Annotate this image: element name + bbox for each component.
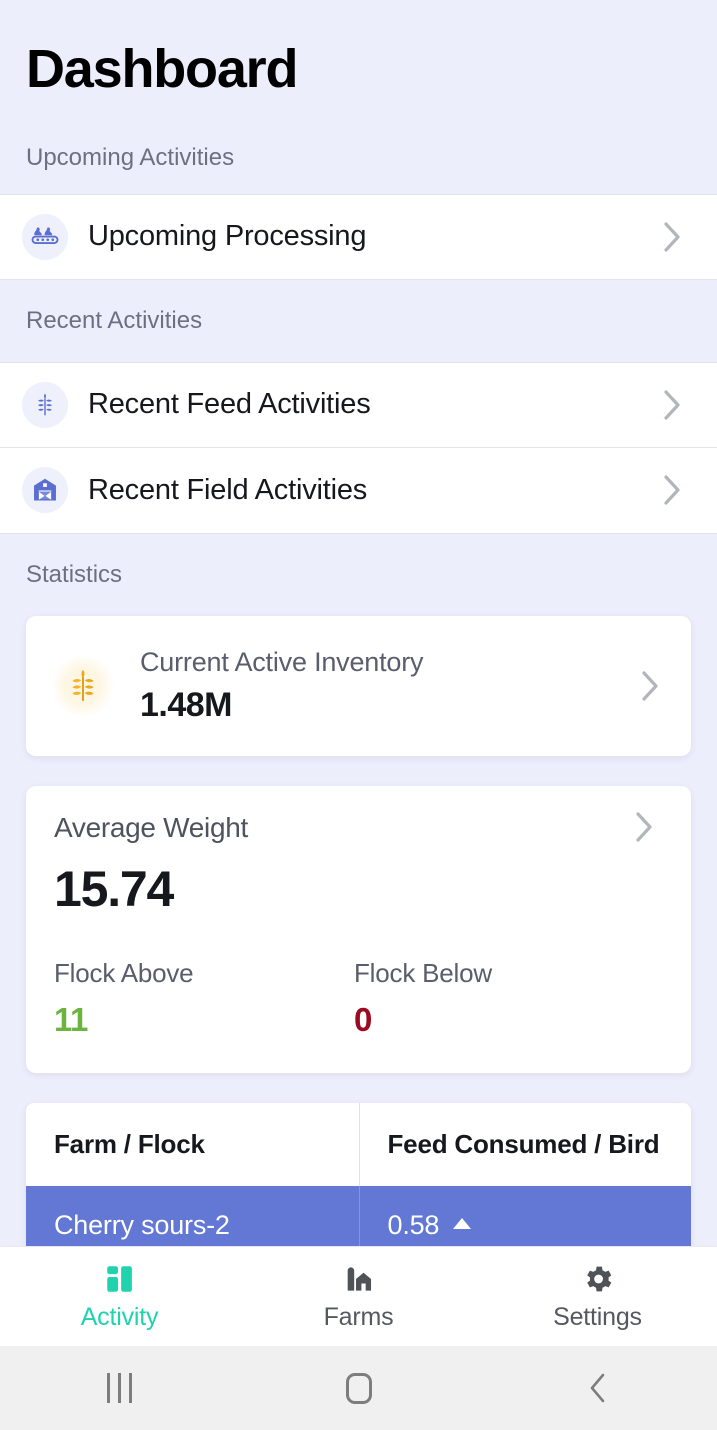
feed-consumption-table: Farm / Flock Feed Consumed / Bird Cherry… [26, 1102, 692, 1246]
list-item-label: Upcoming Processing [88, 220, 367, 252]
wheat-icon [22, 381, 68, 428]
list-item-recent-feed-activities[interactable]: Recent Feed Activities [0, 361, 717, 448]
wheat-gold-icon [52, 654, 114, 717]
flock-below-label: Flock Below [354, 957, 492, 988]
inventory-label: Current Active Inventory [140, 647, 424, 678]
tab-label: Farms [323, 1303, 394, 1331]
tab-label: Activity [80, 1303, 159, 1331]
dashboard-grid-icon [103, 1261, 137, 1297]
recents-icon [107, 1373, 132, 1403]
feed-consumed-value: 0.58 [387, 1209, 440, 1240]
card-average-weight[interactable]: Average Weight 15.74 Flock Above 11 Floc… [26, 785, 691, 1073]
home-icon [345, 1372, 372, 1404]
home-button[interactable] [239, 1372, 478, 1404]
tab-label: Settings [553, 1303, 642, 1331]
trend-up-icon [453, 1218, 472, 1229]
table-header-row: Farm / Flock Feed Consumed / Bird [26, 1102, 692, 1186]
upcoming-activities-list: Upcoming Processing [0, 193, 717, 280]
recents-button[interactable] [0, 1373, 239, 1403]
back-chevron-icon [586, 1370, 610, 1406]
bottom-tab-bar: Activity Farms Settings [0, 1246, 717, 1346]
tab-activity[interactable]: Activity [0, 1261, 239, 1332]
average-weight-value: 15.74 [54, 860, 174, 917]
flock-above-label: Flock Above [54, 957, 194, 988]
average-weight-label: Average Weight [54, 811, 249, 843]
table-cell-feed-consumed: 0.58 [358, 1185, 692, 1246]
flock-above-block: Flock Above 11 [54, 958, 354, 1039]
back-button[interactable] [478, 1370, 717, 1406]
chevron-right-icon[interactable] [635, 670, 665, 701]
statistics-area: Current Active Inventory 1.48M Average W… [0, 615, 717, 1246]
inventory-texts: Current Active Inventory 1.48M [140, 646, 635, 725]
list-item-label: Recent Feed Activities [88, 388, 371, 420]
android-system-nav [0, 1346, 717, 1430]
flock-below-value: 0 [354, 1000, 372, 1038]
list-item-recent-field-activities[interactable]: Recent Field Activities [0, 447, 717, 534]
table-row[interactable]: Cherry sours-2 0.58 [26, 1185, 692, 1246]
average-weight-header: Average Weight [54, 812, 667, 844]
chevron-right-icon[interactable] [657, 221, 687, 252]
tab-farms[interactable]: Farms [239, 1261, 478, 1332]
table-header-farm-flock: Farm / Flock [54, 1128, 205, 1159]
recent-activities-list: Recent Feed Activities Recent Field Acti… [0, 361, 717, 534]
app-root: Dashboard Upcoming Activities Upcoming P… [0, 0, 717, 1430]
list-item-upcoming-processing[interactable]: Upcoming Processing [0, 193, 717, 280]
table-cell-farm-flock: Cherry sours-2 [54, 1209, 230, 1240]
section-header-statistics: Statistics [0, 533, 717, 616]
card-current-active-inventory[interactable]: Current Active Inventory 1.48M [26, 615, 691, 756]
section-header-recent-activities: Recent Activities [0, 279, 717, 362]
flock-above-value: 11 [54, 1000, 88, 1038]
flock-below-block: Flock Below 0 [354, 958, 654, 1039]
chevron-right-icon[interactable] [657, 475, 687, 505]
inventory-value: 1.48M [140, 685, 233, 724]
chevron-right-icon[interactable] [657, 389, 687, 420]
chevron-right-icon[interactable] [629, 811, 659, 842]
section-header-upcoming-activities: Upcoming Activities [0, 103, 717, 194]
gear-icon [581, 1261, 615, 1297]
scroll-content[interactable]: Dashboard Upcoming Activities Upcoming P… [0, 0, 717, 1246]
silo-barn-icon [342, 1261, 376, 1297]
conveyor-birds-icon [22, 213, 68, 260]
list-item-label: Recent Field Activities [88, 473, 368, 506]
tab-settings[interactable]: Settings [478, 1261, 717, 1332]
page-title: Dashboard [26, 39, 298, 99]
flock-summary: Flock Above 11 Flock Below 0 [54, 958, 667, 1039]
table-header-feed-consumed: Feed Consumed / Bird [358, 1102, 692, 1186]
barn-icon [22, 467, 68, 513]
